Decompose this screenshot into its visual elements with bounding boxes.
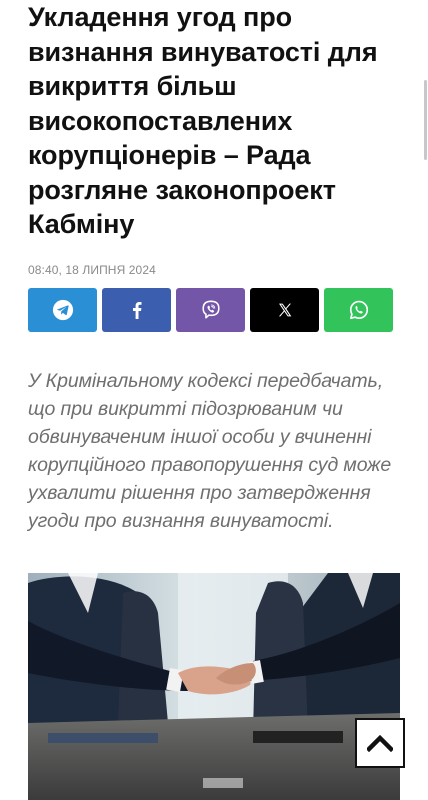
- chevron-up-icon: [367, 734, 393, 752]
- share-facebook-button[interactable]: [102, 287, 171, 332]
- share-x-button[interactable]: [250, 287, 319, 332]
- share-telegram-button[interactable]: [28, 287, 97, 332]
- whatsapp-icon: [349, 300, 368, 319]
- facebook-icon: [132, 301, 141, 319]
- share-viber-button[interactable]: [176, 287, 245, 332]
- share-whatsapp-button[interactable]: [324, 287, 393, 332]
- telegram-icon: [52, 299, 73, 320]
- share-buttons: [28, 287, 400, 332]
- handshake-illustration: [28, 573, 400, 800]
- scroll-to-top-button[interactable]: [355, 718, 405, 768]
- article-title: Укладення угод про визнання винуватості …: [28, 2, 378, 239]
- scrollbar[interactable]: [422, 0, 428, 800]
- viber-icon: [201, 300, 220, 319]
- scrollbar-thumb[interactable]: [424, 80, 427, 160]
- article-lead: У Кримінальному кодексі передбачать, що …: [28, 369, 392, 532]
- x-icon: [278, 303, 291, 316]
- article: Укладення угод про визнання винуватості …: [28, 0, 400, 535]
- handshake-photo: [28, 573, 400, 800]
- article-date: 08:40, 18 ЛИПНЯ 2024: [28, 262, 156, 277]
